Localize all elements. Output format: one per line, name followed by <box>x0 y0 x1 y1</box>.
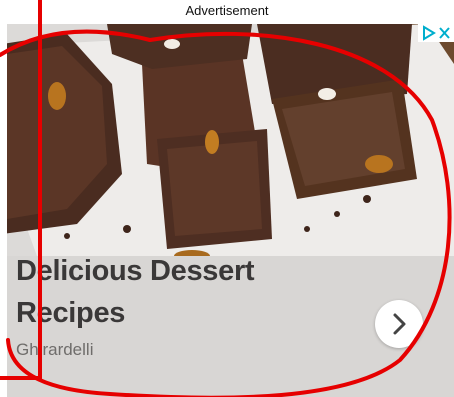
crumb <box>123 225 131 233</box>
ad-brand[interactable]: Ghirardelli <box>16 340 93 360</box>
ad-image-brownies[interactable] <box>7 24 454 256</box>
caramel-drip <box>365 155 393 173</box>
adchoices-play-icon <box>423 25 436 41</box>
ad-headline[interactable]: Delicious Dessert Recipes <box>16 250 346 334</box>
caramel-drip <box>205 130 219 154</box>
marshmallow <box>164 39 180 49</box>
next-button[interactable] <box>375 300 423 348</box>
adchoices-icons <box>423 25 450 41</box>
crumb <box>363 195 371 203</box>
caramel-drip <box>48 82 66 110</box>
advertisement-label: Advertisement <box>185 3 269 18</box>
page: Advertisement Delicious Dessert Recipes … <box>0 0 454 397</box>
adchoices-badge[interactable] <box>418 24 454 42</box>
chevron-right-icon <box>393 313 406 335</box>
crumb <box>334 211 340 217</box>
crumb <box>304 226 310 232</box>
marshmallow <box>318 88 336 100</box>
brownie <box>167 141 262 236</box>
crumb <box>64 233 70 239</box>
